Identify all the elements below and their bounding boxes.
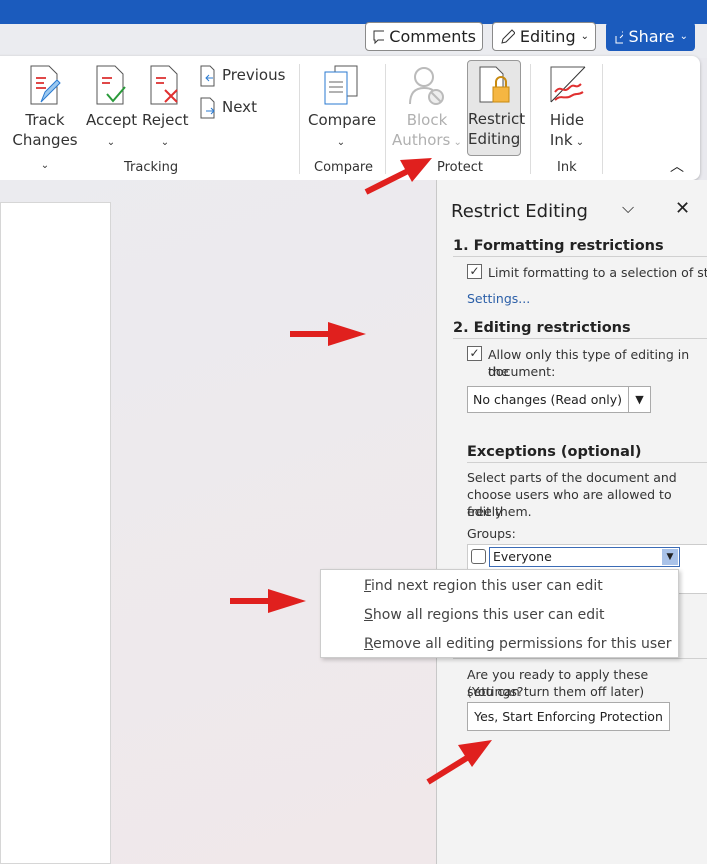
next-change-icon [200,97,215,119]
exceptions-description: Select parts of the document and [467,470,677,485]
compare-button[interactable]: Compare ⌄ [308,64,377,153]
editing-type-value: No changes (Read only) [473,392,623,407]
group-everyone[interactable]: Everyone ▼ [489,547,680,567]
label: Authors [392,131,451,149]
label: Track [25,111,65,129]
previous-button[interactable]: Previous [199,65,285,87]
group-label-compare: Compare [314,160,373,175]
divider [299,64,300,174]
hide-ink-button[interactable]: Hide Ink ⌄ [540,64,594,153]
dropdown-arrow-icon[interactable]: ▼ [662,549,678,565]
exceptions-heading: Exceptions (optional) [467,444,707,463]
editing-label: Editing [519,27,576,46]
label: ind next region this user can edit [371,578,603,594]
document-page[interactable] [0,202,111,864]
compare-icon [324,65,358,105]
menu-item-remove-permissions[interactable]: Remove all editing permissions for this … [364,636,672,652]
exceptions-description: edit them. [467,504,532,519]
label: Compare [308,111,377,129]
block-authors-icon [409,67,444,105]
command-row [0,24,707,58]
pane-options-chevron-icon[interactable]: ⌵ [622,198,634,218]
label: Block [406,111,448,129]
divider [453,658,707,659]
reject-icon [150,65,178,105]
label: Previous [222,66,286,84]
apply-question: (You can turn them off later) [467,684,645,699]
access-key: S [364,607,373,623]
pane-title: Restrict Editing [451,201,588,222]
reject-button[interactable]: Reject ⌄ [142,64,189,153]
groups-label: Groups: [467,526,516,541]
restrict-editing-pane: Restrict Editing ⌵ ✕ 1. Formatting restr… [436,180,707,864]
access-key: F [364,578,372,594]
accept-icon [96,65,126,105]
label: Restrict [468,110,526,128]
label: emove all editing permissions for this u… [373,636,672,652]
label: Ink [549,131,573,149]
collapse-ribbon-icon[interactable]: ︿ [670,156,684,176]
block-authors-button: Block Authors ⌄ [390,64,464,153]
label: how all regions this user can edit [372,607,605,623]
everyone-checkbox[interactable] [471,549,486,564]
comment-icon [373,30,385,44]
editing-mode-button[interactable]: Editing ⌄ [492,22,596,51]
divider [385,64,386,174]
editing-checkbox-label: document: [488,364,556,379]
label: Editing [468,130,521,148]
track-changes-button[interactable]: Track Changes ⌄ [8,64,82,176]
chevron-down-icon: ⌄ [679,31,688,42]
comments-button[interactable]: Comments [365,22,483,51]
restrict-editing-icon [479,66,510,103]
start-enforcing-button[interactable]: Yes, Start Enforcing Protection [467,702,670,731]
access-key: R [364,636,374,652]
formatting-heading: 1. Formatting restrictions [453,238,707,257]
title-bar [0,0,707,24]
label: Next [222,98,257,116]
share-label: Share [628,27,675,46]
group-name: Everyone [493,549,552,564]
label: Reject [142,111,189,129]
chevron-down-icon: ⌄ [580,31,589,42]
formatting-checkbox-label: Limit formatting to a selection of style… [488,265,707,280]
editing-heading: 2. Editing restrictions [453,320,707,339]
group-label-tracking: Tracking [124,160,179,175]
label: Hide [549,111,585,129]
pencil-icon [501,28,515,44]
editing-type-select[interactable]: No changes (Read only) ▼ [467,386,651,413]
label: Changes [12,131,78,149]
group-context-menu: Find next region this user can edit Show… [320,569,679,658]
track-changes-icon [30,65,61,105]
menu-item-find-next-region[interactable]: Find next region this user can edit [364,578,603,594]
editing-checkbox[interactable]: ✓ [467,346,482,361]
dropdown-arrow-icon[interactable]: ▼ [628,387,650,412]
comments-label: Comments [389,27,476,46]
previous-change-icon [200,65,215,87]
formatting-checkbox[interactable]: ✓ [467,264,482,279]
divider [602,64,603,174]
group-label-protect: Protect [437,160,483,175]
menu-item-show-all-regions[interactable]: Show all regions this user can edit [364,607,605,623]
settings-link[interactable]: Settings... [467,290,530,307]
label: Accept [86,111,138,129]
accept-button[interactable]: Accept ⌄ [86,64,138,153]
share-button[interactable]: Share ⌄ [606,22,695,51]
group-label-ink: Ink [557,160,577,175]
restrict-editing-button[interactable]: Restrict Editing [467,60,525,156]
divider [530,64,531,174]
hide-ink-icon [550,66,586,103]
close-icon[interactable]: ✕ [675,198,690,219]
share-icon [615,31,624,43]
next-button[interactable]: Next [199,97,257,119]
